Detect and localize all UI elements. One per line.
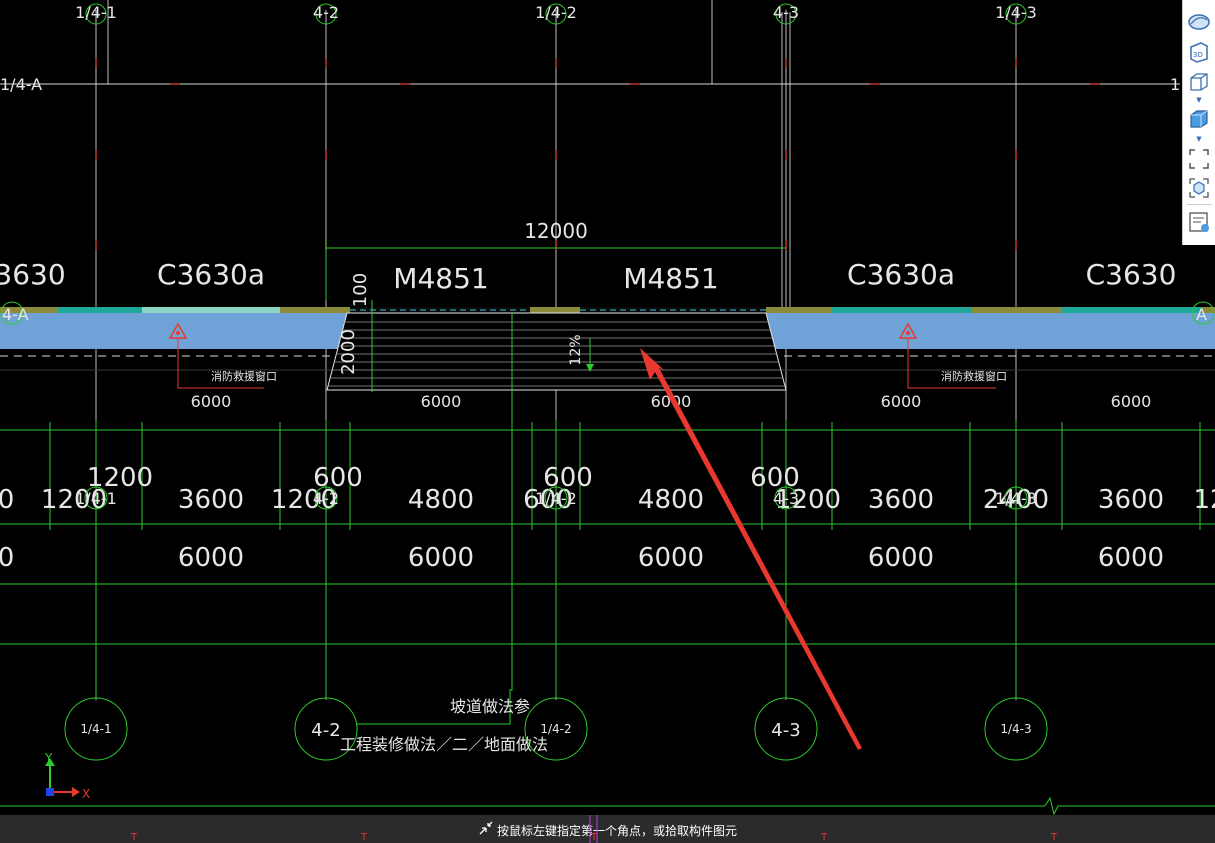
window-label: 3630 [0, 258, 66, 291]
grid-label: 1/4-2 [535, 489, 577, 508]
view-toolbar: 3D ▼ ▼ [1182, 0, 1215, 245]
cube-solid-icon[interactable] [1187, 107, 1211, 131]
ramp-note: 坡道做法参 [450, 697, 530, 716]
dim-text: 12000 [524, 219, 588, 243]
grid-label: 1/4-3 [995, 489, 1037, 508]
dim-text: 6000 [1098, 543, 1164, 573]
dim-text: 4800 [408, 485, 474, 515]
dim-text: 6000 [421, 392, 462, 411]
grid-label: 4-2 [313, 489, 339, 508]
dim-text: 0 [0, 543, 14, 573]
dim-text: 6000 [1111, 392, 1152, 411]
floor-note: 工程装修做法／二／地面做法 [340, 735, 548, 754]
window-label: C3630 [1086, 258, 1177, 291]
cube-wire-icon[interactable] [1187, 70, 1211, 94]
grid-label: 4-2 [313, 3, 339, 22]
fire-rescue-label: 消防救援窗口 [211, 369, 277, 383]
grid-label: 1/4-3 [995, 3, 1037, 22]
fire-rescue-label: 消防救援窗口 [941, 369, 1007, 383]
door-label: M4851 [623, 262, 718, 295]
grid-label: 1/4-3 [1000, 722, 1031, 736]
window-label: C3630a [157, 258, 265, 291]
grid-label: 1/4-1 [75, 3, 117, 22]
status-prompt: 按鼠标左键指定第一个角点，或拾取构件图元 [497, 824, 738, 838]
dim-text: 6000 [408, 543, 474, 573]
properties-panel-icon[interactable] [1187, 210, 1211, 234]
select-3d-icon[interactable] [1187, 176, 1211, 200]
chevron-down-icon[interactable]: ▼ [1194, 135, 1204, 143]
dim-text: 100 [350, 273, 371, 307]
row-label-right-top: 1 [1170, 75, 1180, 94]
slope-text: 12% [568, 334, 584, 365]
door-label: M4851 [393, 262, 488, 295]
dim-text: 6000 [178, 543, 244, 573]
grid-label: 1/4-2 [540, 722, 571, 736]
window-label: C3630a [847, 258, 955, 291]
dim-text: 6000 [638, 543, 704, 573]
chevron-down-icon[interactable]: ▼ [1194, 96, 1204, 104]
dim-text: 12 [1193, 485, 1215, 515]
orbit-icon[interactable] [1187, 10, 1211, 34]
dim-text: 4800 [638, 485, 704, 515]
axis-y-label: Y [44, 751, 53, 765]
grid-label: 4-3 [773, 3, 799, 22]
axis-x-label: X [82, 787, 90, 801]
dim-text: 2000 [338, 329, 359, 375]
row-label-left-mid: 4-A [2, 305, 29, 324]
cad-drawing-canvas[interactable]: 1/4-1 4-2 1/4-2 4-3 1/4-3 1/4-A 1 12000 … [0, 0, 1215, 843]
toolbar-divider [1187, 204, 1212, 205]
dim-text: 3600 [178, 485, 244, 515]
grid-label: 1/4-1 [75, 489, 117, 508]
grid-label: 1/4-1 [80, 722, 111, 736]
cursor-pick-icon [479, 821, 493, 835]
dim-text: 0 [0, 485, 14, 515]
row-label-right-mid: A [1196, 305, 1207, 324]
select-box-icon[interactable] [1187, 147, 1211, 171]
dim-text: 6000 [868, 543, 934, 573]
grid-label: 4-3 [771, 720, 800, 741]
row-label-left-top: 1/4-A [0, 75, 42, 94]
canvas-background [0, 0, 1215, 843]
grid-label: 4-2 [311, 720, 340, 741]
dim-text: 6000 [191, 392, 232, 411]
dim-text: 3600 [868, 485, 934, 515]
svg-text:3D: 3D [1193, 51, 1203, 59]
3d-view-icon[interactable]: 3D [1187, 40, 1211, 64]
dim-text: 6000 [881, 392, 922, 411]
status-bar: 按鼠标左键指定第一个角点，或拾取构件图元 [0, 815, 1215, 843]
grid-label: 4-3 [773, 489, 799, 508]
grid-label: 1/4-2 [535, 3, 577, 22]
dim-text: 3600 [1098, 485, 1164, 515]
